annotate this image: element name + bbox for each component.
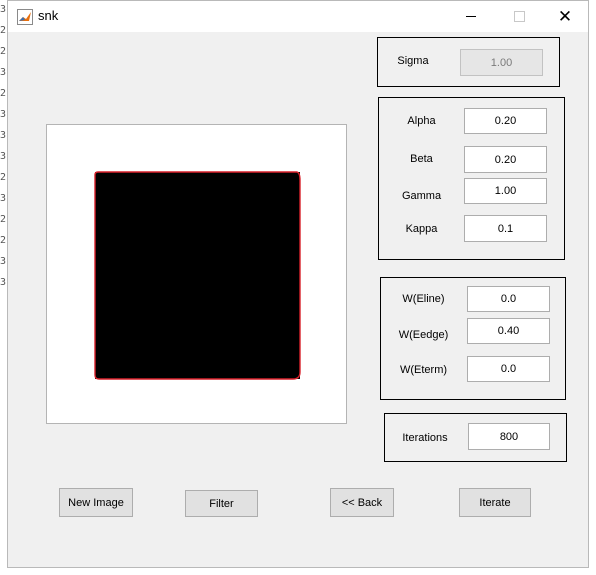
iterations-field[interactable]: 800 [468,423,550,450]
sigma-label: Sigma [397,55,429,67]
w-eterm-label: W(Eterm) [399,364,448,376]
w-eterm-field[interactable]: 0.0 [467,356,550,382]
iterations-panel: Iterations 800 [384,413,567,462]
maximize-icon [513,11,525,22]
beta-label: Beta [410,153,433,165]
gutter-char: 2 [0,172,7,183]
matlab-icon [17,9,33,25]
gutter-char: 2 [0,214,7,225]
gamma-label: Gamma [401,190,442,202]
maximize-button[interactable] [496,1,542,32]
black-square [95,172,300,379]
w-eline-field[interactable]: 0.0 [467,286,550,312]
kappa-label: Kappa [405,223,438,235]
gamma-field[interactable]: 1.00 [464,178,547,204]
minimize-icon [466,16,476,17]
weights-panel: W(Eline) 0.0 W(Eedge) 0.40 W(Eterm) 0.0 [380,277,566,400]
gutter-char: 3 [0,277,7,288]
w-eline-label: W(Eline) [402,293,445,305]
w-eedge-label: W(Eedge) [398,329,449,341]
snake-image [94,171,301,380]
iterations-label: Iterations [402,432,448,444]
gutter-char: 3 [0,4,7,15]
gutter-char: 2 [0,88,7,99]
alpha-field[interactable]: 0.20 [464,108,547,134]
gutter-char: 3 [0,109,7,120]
window-title: snk [38,8,59,23]
kappa-field[interactable]: 0.1 [464,215,547,242]
new-image-button[interactable]: New Image [59,488,133,517]
title-bar[interactable]: snk ✕ [8,1,588,32]
gutter-char: 3 [0,151,7,162]
gutter-char: 3 [0,67,7,78]
gutter-char: 2 [0,25,7,36]
figure-window: snk ✕ Sigma 1.00 Alpha 0.20 Beta 0.20 Ga… [7,0,589,568]
alpha-label: Alpha [407,115,436,127]
filter-button[interactable]: Filter [185,490,258,517]
sigma-panel: Sigma 1.00 [377,37,560,87]
gutter-char: 2 [0,46,7,57]
image-axes[interactable] [46,124,347,424]
back-button[interactable]: << Back [330,488,394,517]
beta-field[interactable]: 0.20 [464,146,547,173]
sigma-field: 1.00 [460,49,543,76]
close-button[interactable]: ✕ [542,1,588,32]
energy-params-panel: Alpha 0.20 Beta 0.20 Gamma 1.00 Kappa 0.… [378,97,565,260]
minimize-button[interactable] [448,1,494,32]
gutter-char: 2 [0,235,7,246]
close-icon: ✕ [557,7,573,26]
gutter-char: 3 [0,193,7,204]
w-eedge-field[interactable]: 0.40 [467,318,550,344]
gutter-char: 3 [0,256,7,267]
iterate-button[interactable]: Iterate [459,488,531,517]
